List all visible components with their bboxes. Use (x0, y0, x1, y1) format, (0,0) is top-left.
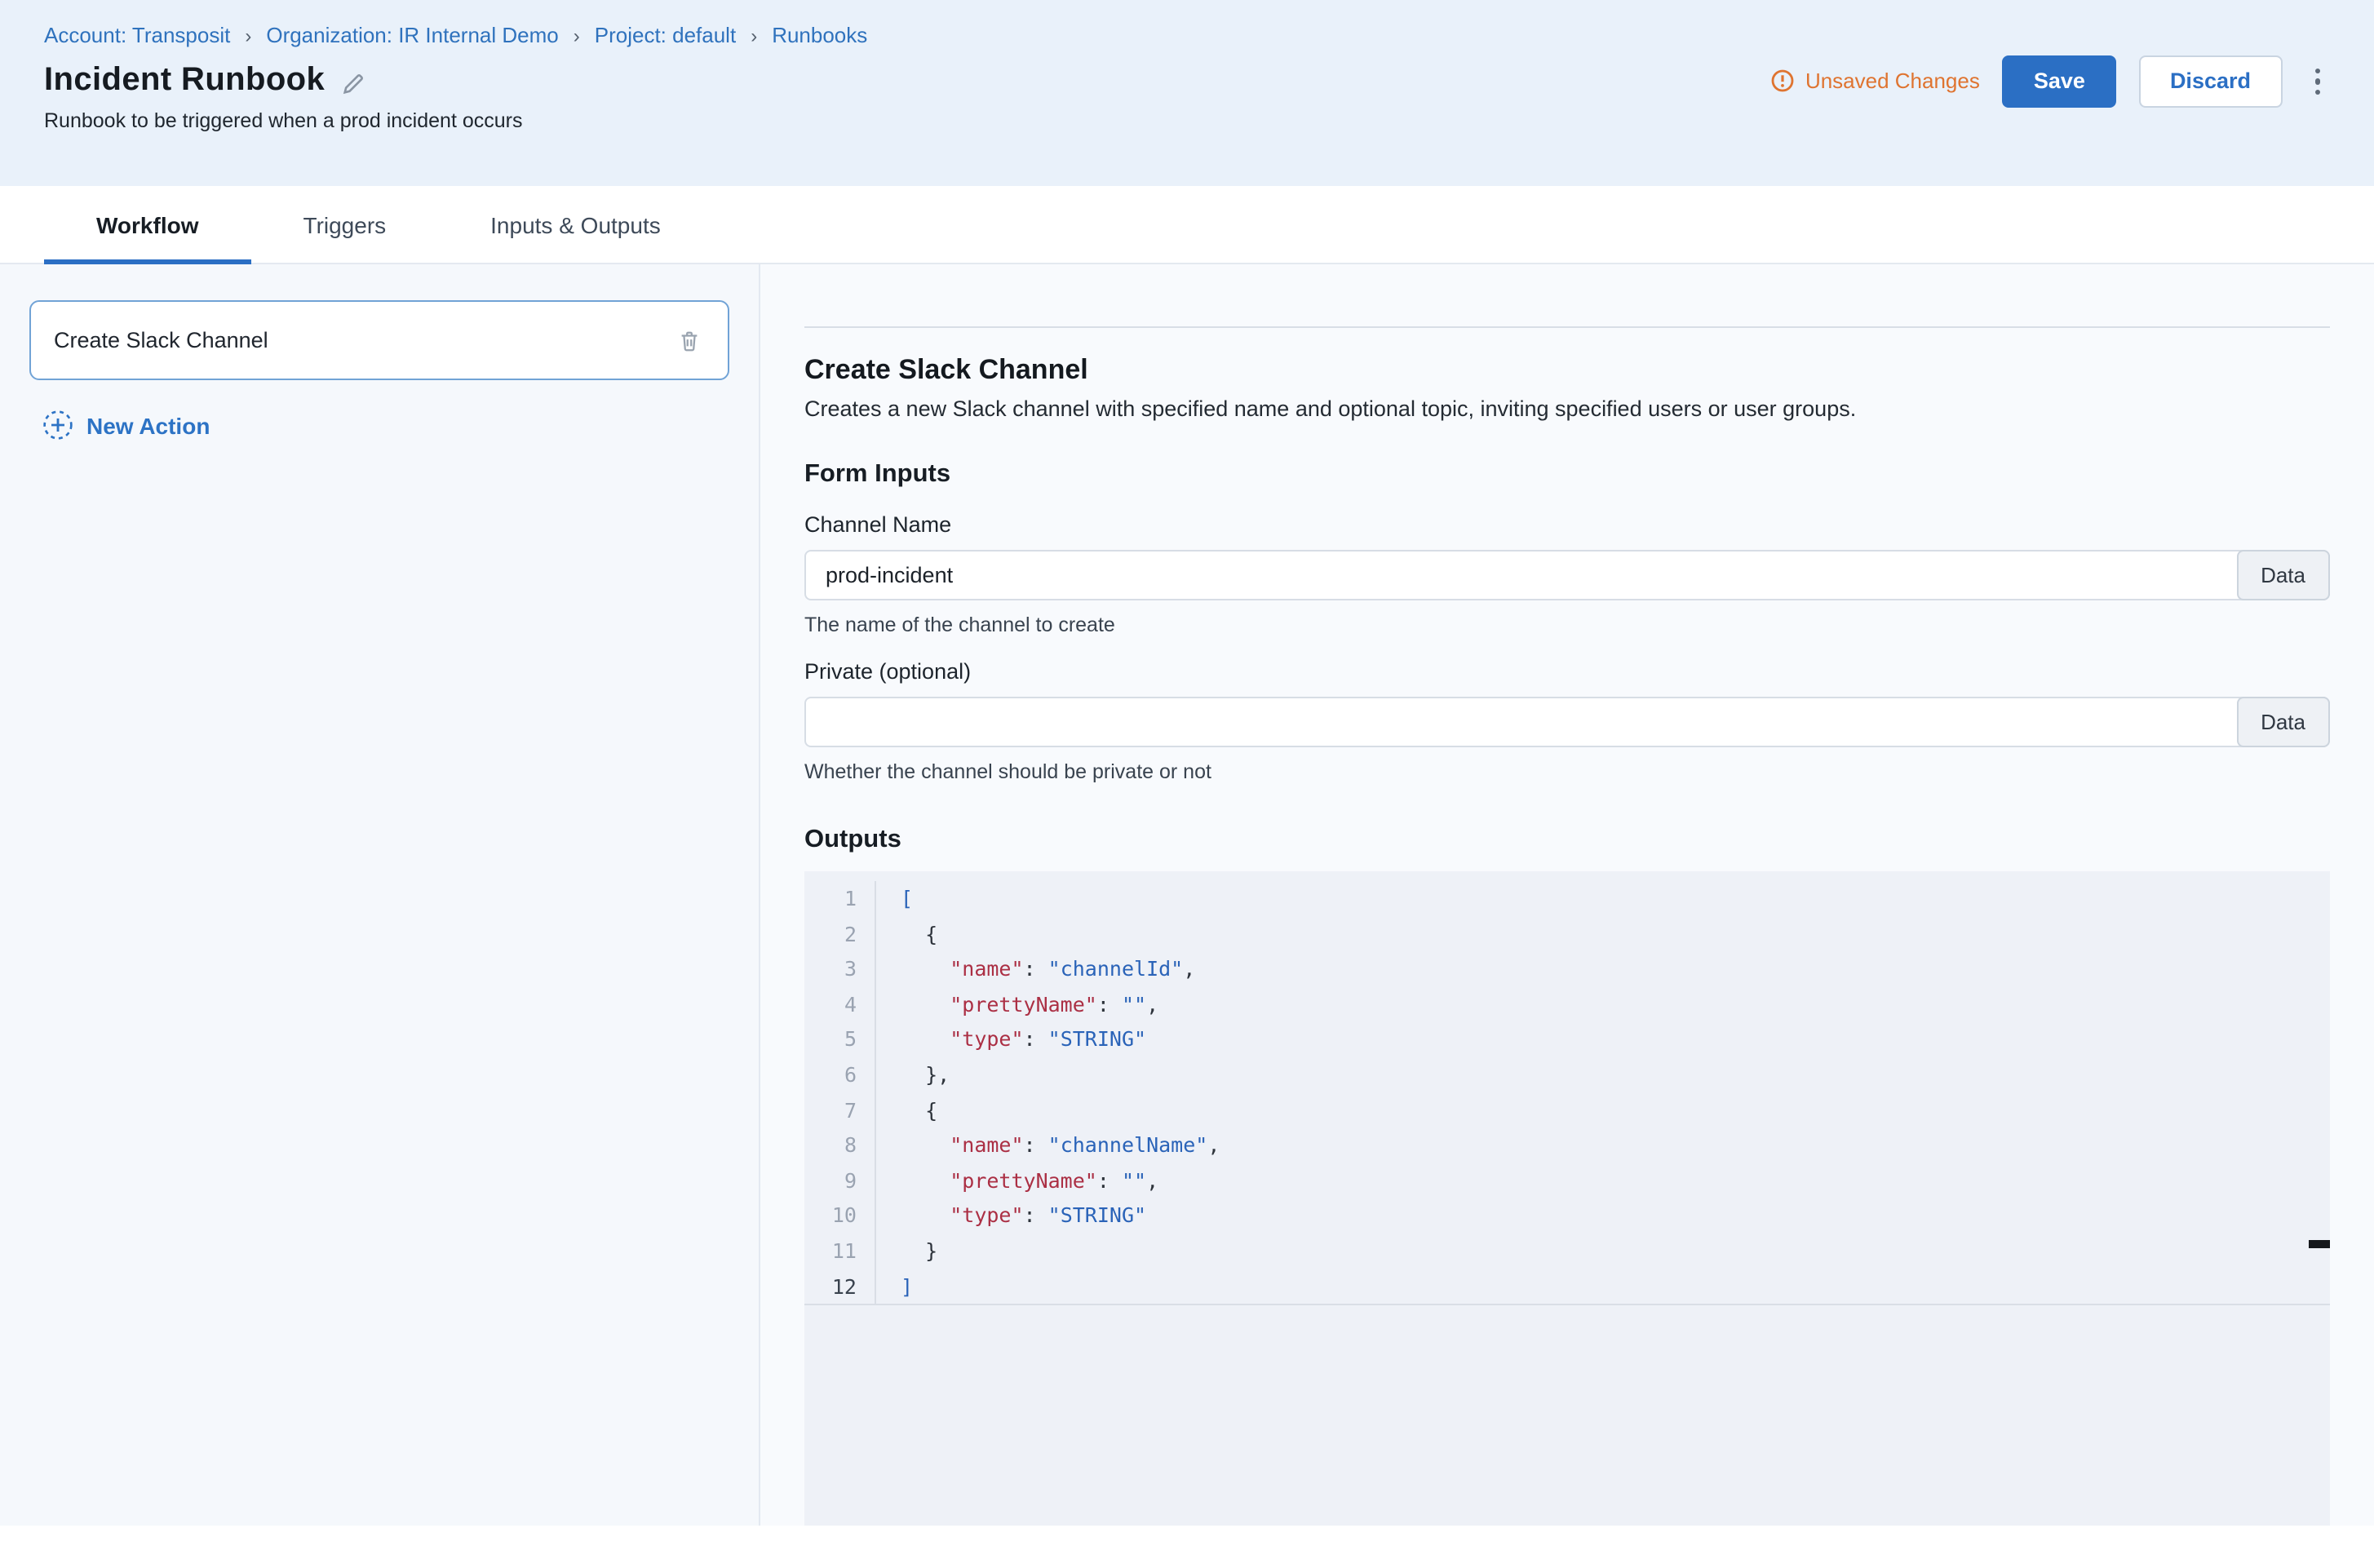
line-number: 2 (804, 916, 876, 951)
input-group: Data (804, 697, 2330, 747)
code-line: 7 { (804, 1092, 2330, 1127)
code-text: }, (876, 1057, 950, 1092)
line-number: 10 (804, 1198, 876, 1234)
new-action-plus-icon (42, 410, 73, 441)
code-line: 2 { (804, 916, 2330, 951)
code-text: "name": "channelId", (876, 951, 1195, 986)
line-number: 5 (804, 1022, 876, 1057)
action-detail-panel: Create Slack Channel Creates a new Slack… (760, 264, 2374, 1526)
action-card-label: Create Slack Channel (54, 328, 268, 352)
line-number: 9 (804, 1163, 876, 1198)
form-fields: Channel Name Data The name of the channel … (804, 489, 2330, 783)
breadcrumb-link-organization-ir-internal-demo[interactable]: Organization: IR Internal Demo (266, 23, 558, 47)
breadcrumb-link-runbooks[interactable]: Runbooks (772, 23, 867, 47)
editor-scrollbar-thumb[interactable] (2309, 1240, 2330, 1248)
code-text: "prettyName": "", (876, 1163, 1158, 1198)
save-button[interactable]: Save (2003, 55, 2116, 107)
new-action-button[interactable]: New Action (42, 410, 729, 441)
code-line: 4 "prettyName": "", (804, 987, 2330, 1022)
action-description: Creates a new Slack channel with specifi… (804, 396, 2330, 421)
code-line: 9 "prettyName": "", (804, 1163, 2330, 1198)
code-line: 8 "name": "channelName", (804, 1127, 2330, 1163)
code-text: [ (876, 881, 913, 916)
code-text: } (876, 1234, 937, 1269)
code-line: 11 } (804, 1234, 2330, 1269)
breadcrumb-separator: › (574, 24, 580, 47)
outputs-code-editor[interactable]: 1[2 {3 "name": "channelId",4 "prettyName… (804, 871, 2330, 1526)
warning-icon (1771, 69, 1796, 94)
page-title: Incident Runbook (44, 62, 325, 100)
line-number: 7 (804, 1092, 876, 1127)
detail-top-divider (804, 326, 2330, 328)
tab-triggers[interactable]: Triggers (251, 186, 439, 263)
line-number: 12 (804, 1269, 876, 1304)
input-group: Data (804, 550, 2330, 600)
data-button[interactable]: Data (2236, 550, 2330, 600)
kebab-menu-icon[interactable] (2305, 61, 2330, 101)
code-text: "type": "STRING" (876, 1022, 1146, 1057)
breadcrumb-separator: › (751, 24, 757, 47)
outputs-heading: Outputs (804, 826, 2330, 855)
delete-action-button[interactable] (671, 321, 708, 360)
line-number: 6 (804, 1057, 876, 1092)
code-line: 5 "type": "STRING" (804, 1022, 2330, 1057)
code-text: ] (876, 1269, 913, 1304)
app-window: Account: Transposit › Organization: IR Int… (0, 0, 2374, 1568)
action-card-create-slack-channel[interactable]: Create Slack Channel (29, 300, 729, 380)
field-input-channel-name[interactable] (804, 550, 2330, 600)
editor-lines: 1[2 {3 "name": "channelId",4 "prettyName… (804, 871, 2330, 1305)
field-help-text: Whether the channel should be private or… (804, 760, 2330, 783)
unsaved-changes-badge: Unsaved Changes (1771, 69, 1980, 94)
code-line: 1[ (804, 881, 2330, 916)
unsaved-changes-label: Unsaved Changes (1805, 69, 1980, 94)
field-help-text: The name of the channel to create (804, 613, 2330, 636)
code-text: { (876, 1092, 937, 1127)
tab-inputs-outputs[interactable]: Inputs & Outputs (438, 186, 713, 263)
code-text: "name": "channelName", (876, 1127, 1220, 1163)
line-number: 8 (804, 1127, 876, 1163)
footer-strip (0, 1526, 2374, 1568)
code-line: 12] (804, 1269, 2330, 1304)
page-header: Account: Transposit › Organization: IR Int… (0, 0, 2374, 186)
breadcrumb: Account: Transposit › Organization: IR Int… (44, 23, 2330, 47)
field-label: Private (optional) (804, 659, 2330, 684)
trash-icon (677, 327, 702, 353)
line-number: 11 (804, 1234, 876, 1269)
code-line: 10 "type": "STRING" (804, 1198, 2330, 1234)
code-text: "prettyName": "", (876, 987, 1158, 1022)
code-text: "type": "STRING" (876, 1198, 1146, 1234)
discard-button[interactable]: Discard (2139, 55, 2282, 107)
action-list: Create Slack Channel (29, 300, 729, 380)
tab-workflow[interactable]: Workflow (44, 186, 251, 263)
breadcrumb-link-account-transposit[interactable]: Account: Transposit (44, 23, 230, 47)
breadcrumb-separator: › (245, 24, 251, 47)
new-action-label: New Action (86, 412, 210, 438)
breadcrumb-link-project-default[interactable]: Project: default (595, 23, 736, 47)
form-inputs-heading: Form Inputs (804, 460, 2330, 489)
workflow-actions-panel: Create Slack Channel New Action (0, 264, 760, 1526)
code-text: { (876, 916, 937, 951)
content-area: Create Slack Channel New Action Create S… (0, 264, 2374, 1526)
data-button[interactable]: Data (2236, 697, 2330, 747)
line-number: 4 (804, 987, 876, 1022)
line-number: 1 (804, 881, 876, 916)
code-line: 6 }, (804, 1057, 2330, 1092)
code-line: 3 "name": "channelId", (804, 951, 2330, 986)
form-field-private-optional: Private (optional) Data Whether the channe… (804, 659, 2330, 783)
field-input-private-optional[interactable] (804, 697, 2330, 747)
form-field-channel-name: Channel Name Data The name of the channel … (804, 512, 2330, 636)
field-label: Channel Name (804, 512, 2330, 537)
tab-bar: WorkflowTriggersInputs & Outputs (0, 186, 2374, 264)
line-number: 3 (804, 951, 876, 986)
header-actions: Unsaved Changes Save Discard (1771, 55, 2330, 107)
action-detail-title: Create Slack Channel (804, 354, 2330, 387)
edit-title-icon[interactable] (341, 71, 365, 95)
page-subtitle: Runbook to be triggered when a prod inci… (44, 109, 2330, 132)
